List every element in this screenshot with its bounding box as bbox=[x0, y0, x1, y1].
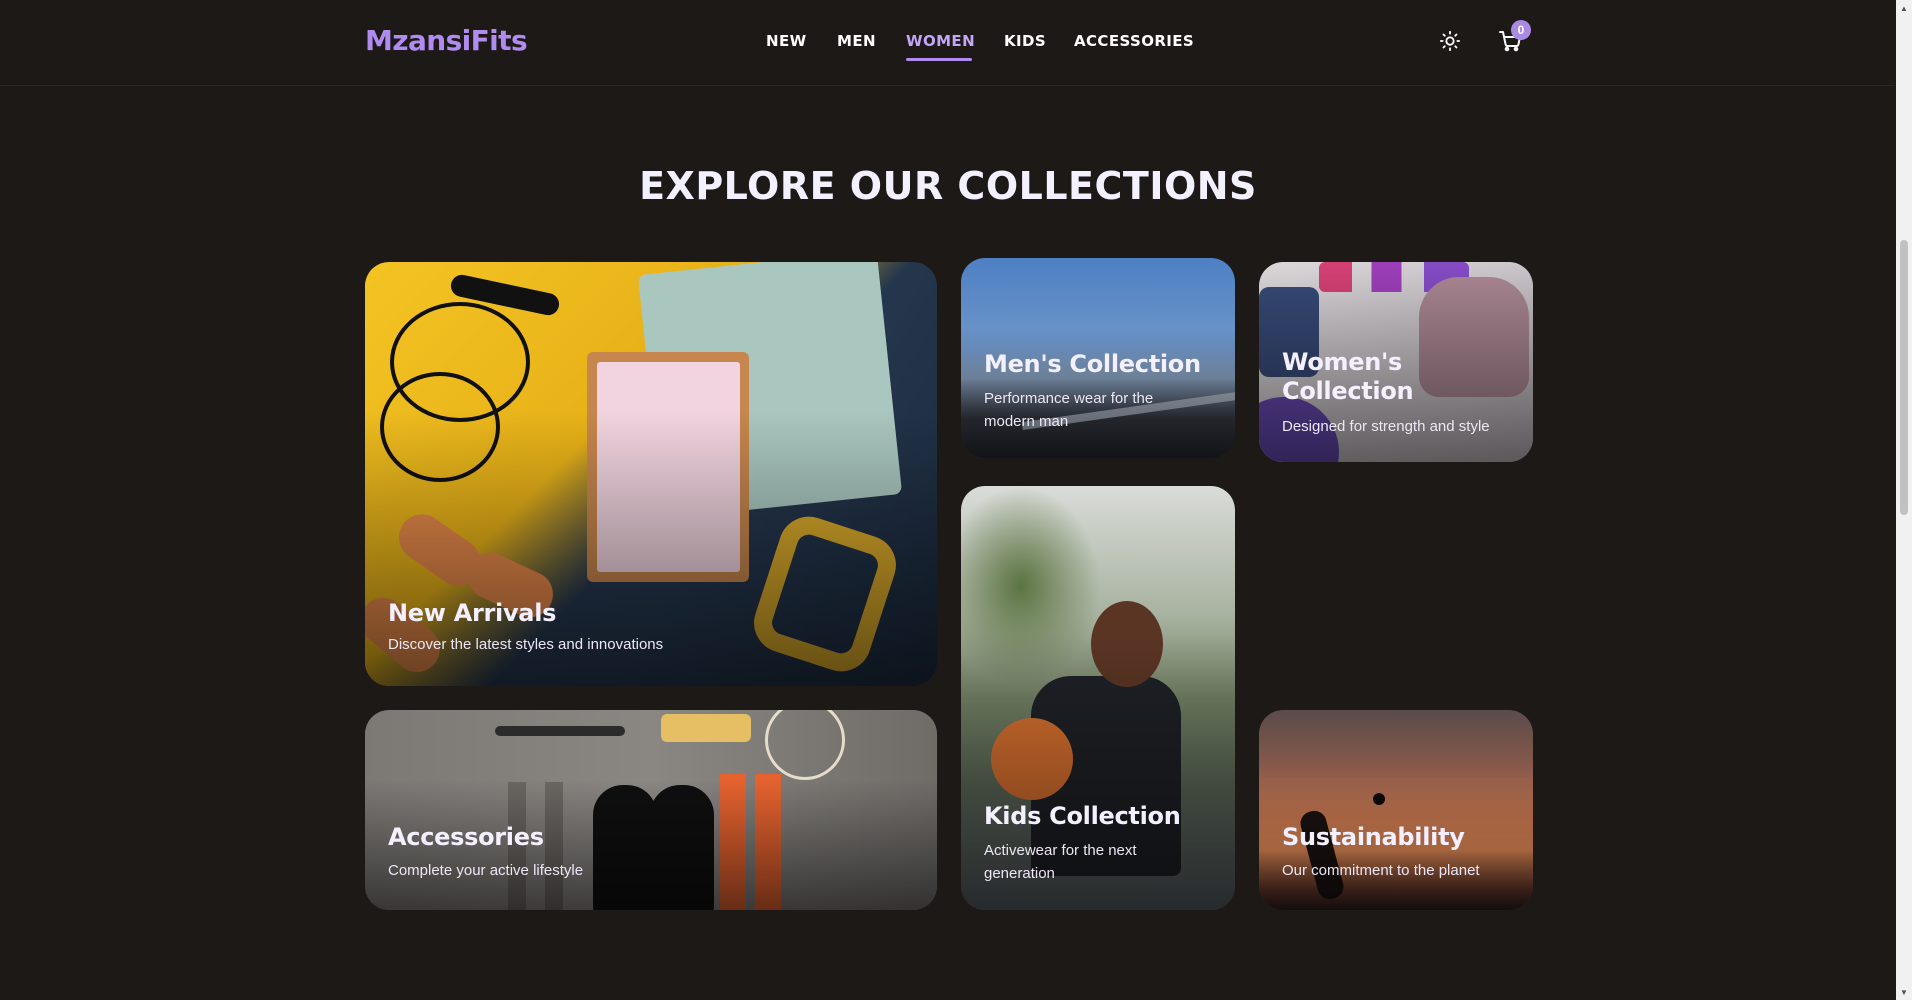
card-description: Discover the latest styles and innovatio… bbox=[388, 636, 664, 653]
card-title: Kids Collection bbox=[984, 802, 1181, 830]
card-description: Performance wear for the modern man bbox=[984, 390, 1154, 430]
theme-toggle-button[interactable] bbox=[1435, 26, 1465, 56]
scroll-down-icon[interactable]: ▼ bbox=[1900, 988, 1908, 997]
card-title: New Arrivals bbox=[388, 599, 557, 627]
collection-card-sustainability[interactable]: Sustainability Our commitment to the pla… bbox=[1259, 710, 1533, 910]
nav-item-men[interactable]: MEN bbox=[837, 32, 876, 50]
card-title: Sustainability bbox=[1282, 823, 1465, 851]
section-title: EXPLORE OUR COLLECTIONS bbox=[639, 164, 1257, 208]
card-title: Accessories bbox=[388, 823, 544, 851]
nav-item-kids[interactable]: KIDS bbox=[1004, 32, 1046, 50]
nav-active-indicator bbox=[906, 58, 972, 61]
collection-card-new-arrivals[interactable]: New Arrivals Discover the latest styles … bbox=[365, 262, 937, 686]
main-nav: NEW MEN WOMEN KIDS ACCESSORIES bbox=[0, 0, 1895, 86]
card-description: Activewear for the next generation bbox=[984, 842, 1137, 882]
card-title: Men's Collection bbox=[984, 350, 1201, 378]
scroll-up-icon[interactable]: ▲ bbox=[1900, 4, 1908, 13]
scrollbar-thumb[interactable] bbox=[1900, 240, 1908, 515]
page-scrollbar[interactable]: ▲ ▼ bbox=[1896, 0, 1912, 1000]
collection-card-accessories[interactable]: Accessories Complete your active lifesty… bbox=[365, 710, 937, 910]
collection-card-mens[interactable]: Men's Collection Performance wear for th… bbox=[961, 258, 1235, 458]
sun-icon bbox=[1439, 30, 1461, 52]
card-description: Complete your active lifestyle bbox=[388, 862, 584, 879]
nav-item-women[interactable]: WOMEN bbox=[906, 32, 975, 50]
nav-item-new[interactable]: NEW bbox=[766, 32, 807, 50]
nav-item-accessories[interactable]: ACCESSORIES bbox=[1074, 32, 1194, 50]
card-title: Women's Collection bbox=[1282, 348, 1414, 405]
cart-count-badge: 0 bbox=[1511, 20, 1531, 40]
collection-card-womens[interactable]: Women's Collection Designed for strength… bbox=[1259, 262, 1533, 462]
card-description: Designed for strength and style bbox=[1282, 418, 1490, 435]
card-description: Our commitment to the planet bbox=[1282, 862, 1480, 879]
collection-card-kids[interactable]: Kids Collection Activewear for the next … bbox=[961, 486, 1235, 910]
site-header: MzansiFits NEW MEN WOMEN KIDS ACCESSORIE… bbox=[0, 0, 1895, 86]
